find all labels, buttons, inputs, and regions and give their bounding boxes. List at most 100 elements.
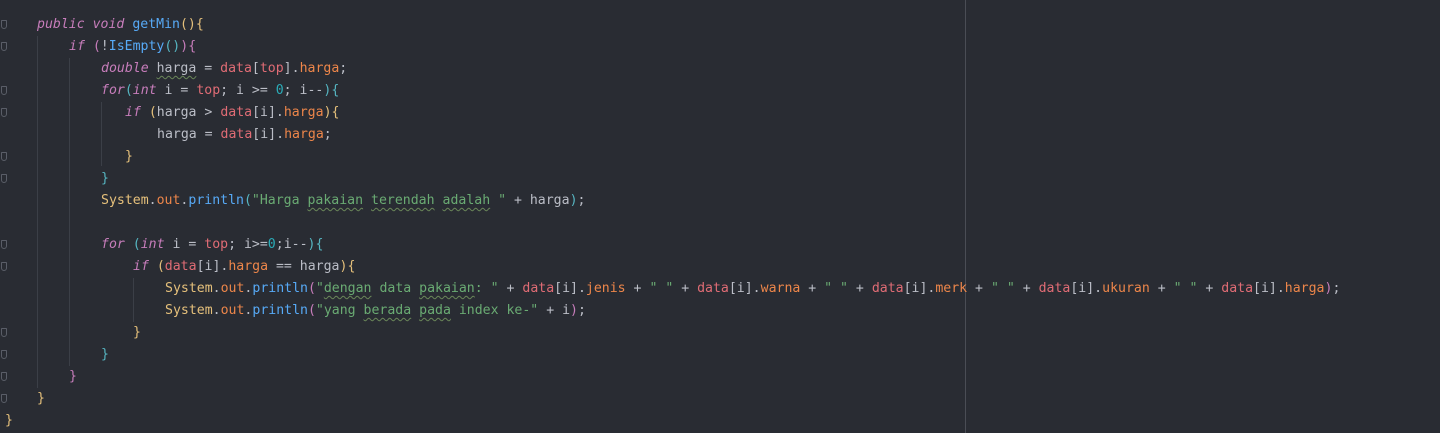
- fold-marker-icon[interactable]: [1, 372, 7, 381]
- code-line[interactable]: System.out.println("yang berada pada ind…: [165, 300, 586, 322]
- code-line[interactable]: double harga = data[top].harga;: [101, 58, 347, 80]
- fold-marker-icon[interactable]: [1, 394, 7, 403]
- code-line[interactable]: System.out.println("Harga pakaian terend…: [101, 190, 585, 212]
- code-line[interactable]: for (int i = top; i>=0;i--){: [101, 234, 323, 256]
- code-token: for: [101, 237, 125, 252]
- fold-marker-icon[interactable]: [1, 42, 7, 51]
- code-line[interactable]: if (data[i].harga == harga){: [133, 256, 355, 278]
- code-token: top: [196, 83, 221, 98]
- fold-marker-icon[interactable]: [1, 108, 7, 117]
- code-token: +: [673, 281, 698, 296]
- code-token: int: [132, 83, 157, 98]
- code-token: {: [331, 105, 340, 120]
- code-token: IsEmpty: [108, 39, 165, 54]
- code-token: [i].: [1070, 281, 1103, 296]
- code-line[interactable]: if (harga > data[i].harga){: [125, 102, 339, 124]
- code-token: harga: [284, 127, 324, 142]
- code-token: ;: [1332, 281, 1341, 296]
- code-token: }: [133, 325, 141, 340]
- code-line[interactable]: harga = data[i].harga;: [157, 124, 332, 146]
- code-token: }: [125, 149, 133, 164]
- code-token: ): [569, 193, 578, 208]
- code-token: ; i >=: [220, 83, 276, 98]
- code-token: for: [101, 83, 125, 98]
- code-token: " ": [990, 281, 1015, 296]
- code-token: ukuran: [1102, 281, 1150, 296]
- fold-marker-icon[interactable]: [1, 20, 7, 29]
- code-token: if: [69, 39, 85, 54]
- code-token: ): [187, 17, 196, 32]
- code-token: terendah: [371, 193, 435, 208]
- code-token: ; i>=: [228, 237, 268, 252]
- code-token: {: [331, 83, 340, 98]
- code-token: }: [69, 369, 77, 384]
- code-line[interactable]: }: [5, 410, 13, 432]
- code-token: adalah: [442, 193, 491, 208]
- code-token: data: [871, 281, 904, 296]
- code-token: + i: [538, 303, 571, 318]
- code-token: public: [37, 17, 85, 32]
- fold-marker-icon[interactable]: [1, 240, 7, 249]
- code-line[interactable]: public void getMin(){: [37, 14, 204, 36]
- fold-marker-icon[interactable]: [1, 262, 7, 271]
- code-token: ): [323, 105, 332, 120]
- code-token: pakaian: [419, 281, 475, 296]
- code-token: warna: [760, 281, 801, 296]
- code-token: [i].: [554, 281, 586, 296]
- fold-marker-icon[interactable]: [1, 174, 7, 183]
- code-token: dengan: [323, 281, 372, 296]
- code-token: }: [101, 347, 109, 362]
- fold-marker-icon[interactable]: [1, 328, 7, 337]
- code-line[interactable]: }: [125, 146, 133, 168]
- code-token: berada: [363, 303, 412, 318]
- indent-guide: [101, 102, 102, 166]
- code-line[interactable]: }: [101, 344, 109, 366]
- code-token: }: [101, 171, 109, 186]
- fold-marker-icon[interactable]: [1, 350, 7, 359]
- code-token: ;: [339, 61, 348, 76]
- code-token: data: [522, 281, 555, 296]
- code-token: data: [1038, 281, 1071, 296]
- code-token: System: [101, 193, 149, 208]
- code-token: ": [490, 193, 507, 208]
- code-token: top: [259, 61, 284, 76]
- indent-guide: [69, 58, 70, 366]
- code-line[interactable]: }: [69, 366, 77, 388]
- indent-guide: [37, 36, 38, 388]
- code-editor[interactable]: public void getMin(){if (!IsEmpty()){dou…: [0, 0, 1440, 433]
- code-token: [i].: [1253, 281, 1285, 296]
- fold-marker-icon[interactable]: [1, 86, 7, 95]
- code-token: +: [1149, 281, 1174, 296]
- fold-marker-icon[interactable]: [1, 152, 7, 161]
- code-token: pakaian: [307, 193, 364, 208]
- code-line[interactable]: System.out.println("dengan data pakaian:…: [165, 278, 1340, 300]
- code-line[interactable]: if (!IsEmpty()){: [69, 36, 196, 58]
- code-token: + harga: [506, 193, 570, 208]
- code-token: +: [847, 281, 872, 296]
- code-line[interactable]: }: [133, 322, 141, 344]
- code-token: ): [570, 303, 578, 318]
- code-token: data: [1221, 281, 1254, 296]
- code-line[interactable]: }: [37, 388, 45, 410]
- code-token: println: [188, 193, 244, 208]
- code-line[interactable]: }: [101, 168, 109, 190]
- code-token: .: [212, 303, 221, 318]
- code-token: (: [132, 237, 141, 252]
- code-line[interactable]: for(int i = top; i >= 0; i--){: [101, 80, 339, 102]
- code-token: ;: [323, 127, 332, 142]
- code-token: +: [967, 281, 991, 296]
- code-token: jenis: [585, 281, 626, 296]
- code-token: +: [625, 281, 650, 296]
- code-token: println: [252, 281, 308, 296]
- code-token: [i].: [196, 259, 229, 274]
- code-token: !: [100, 39, 109, 54]
- code-token: {: [315, 237, 324, 252]
- code-token: out: [220, 281, 245, 296]
- code-token: [i].: [252, 105, 284, 120]
- code-token: getMin: [132, 17, 180, 32]
